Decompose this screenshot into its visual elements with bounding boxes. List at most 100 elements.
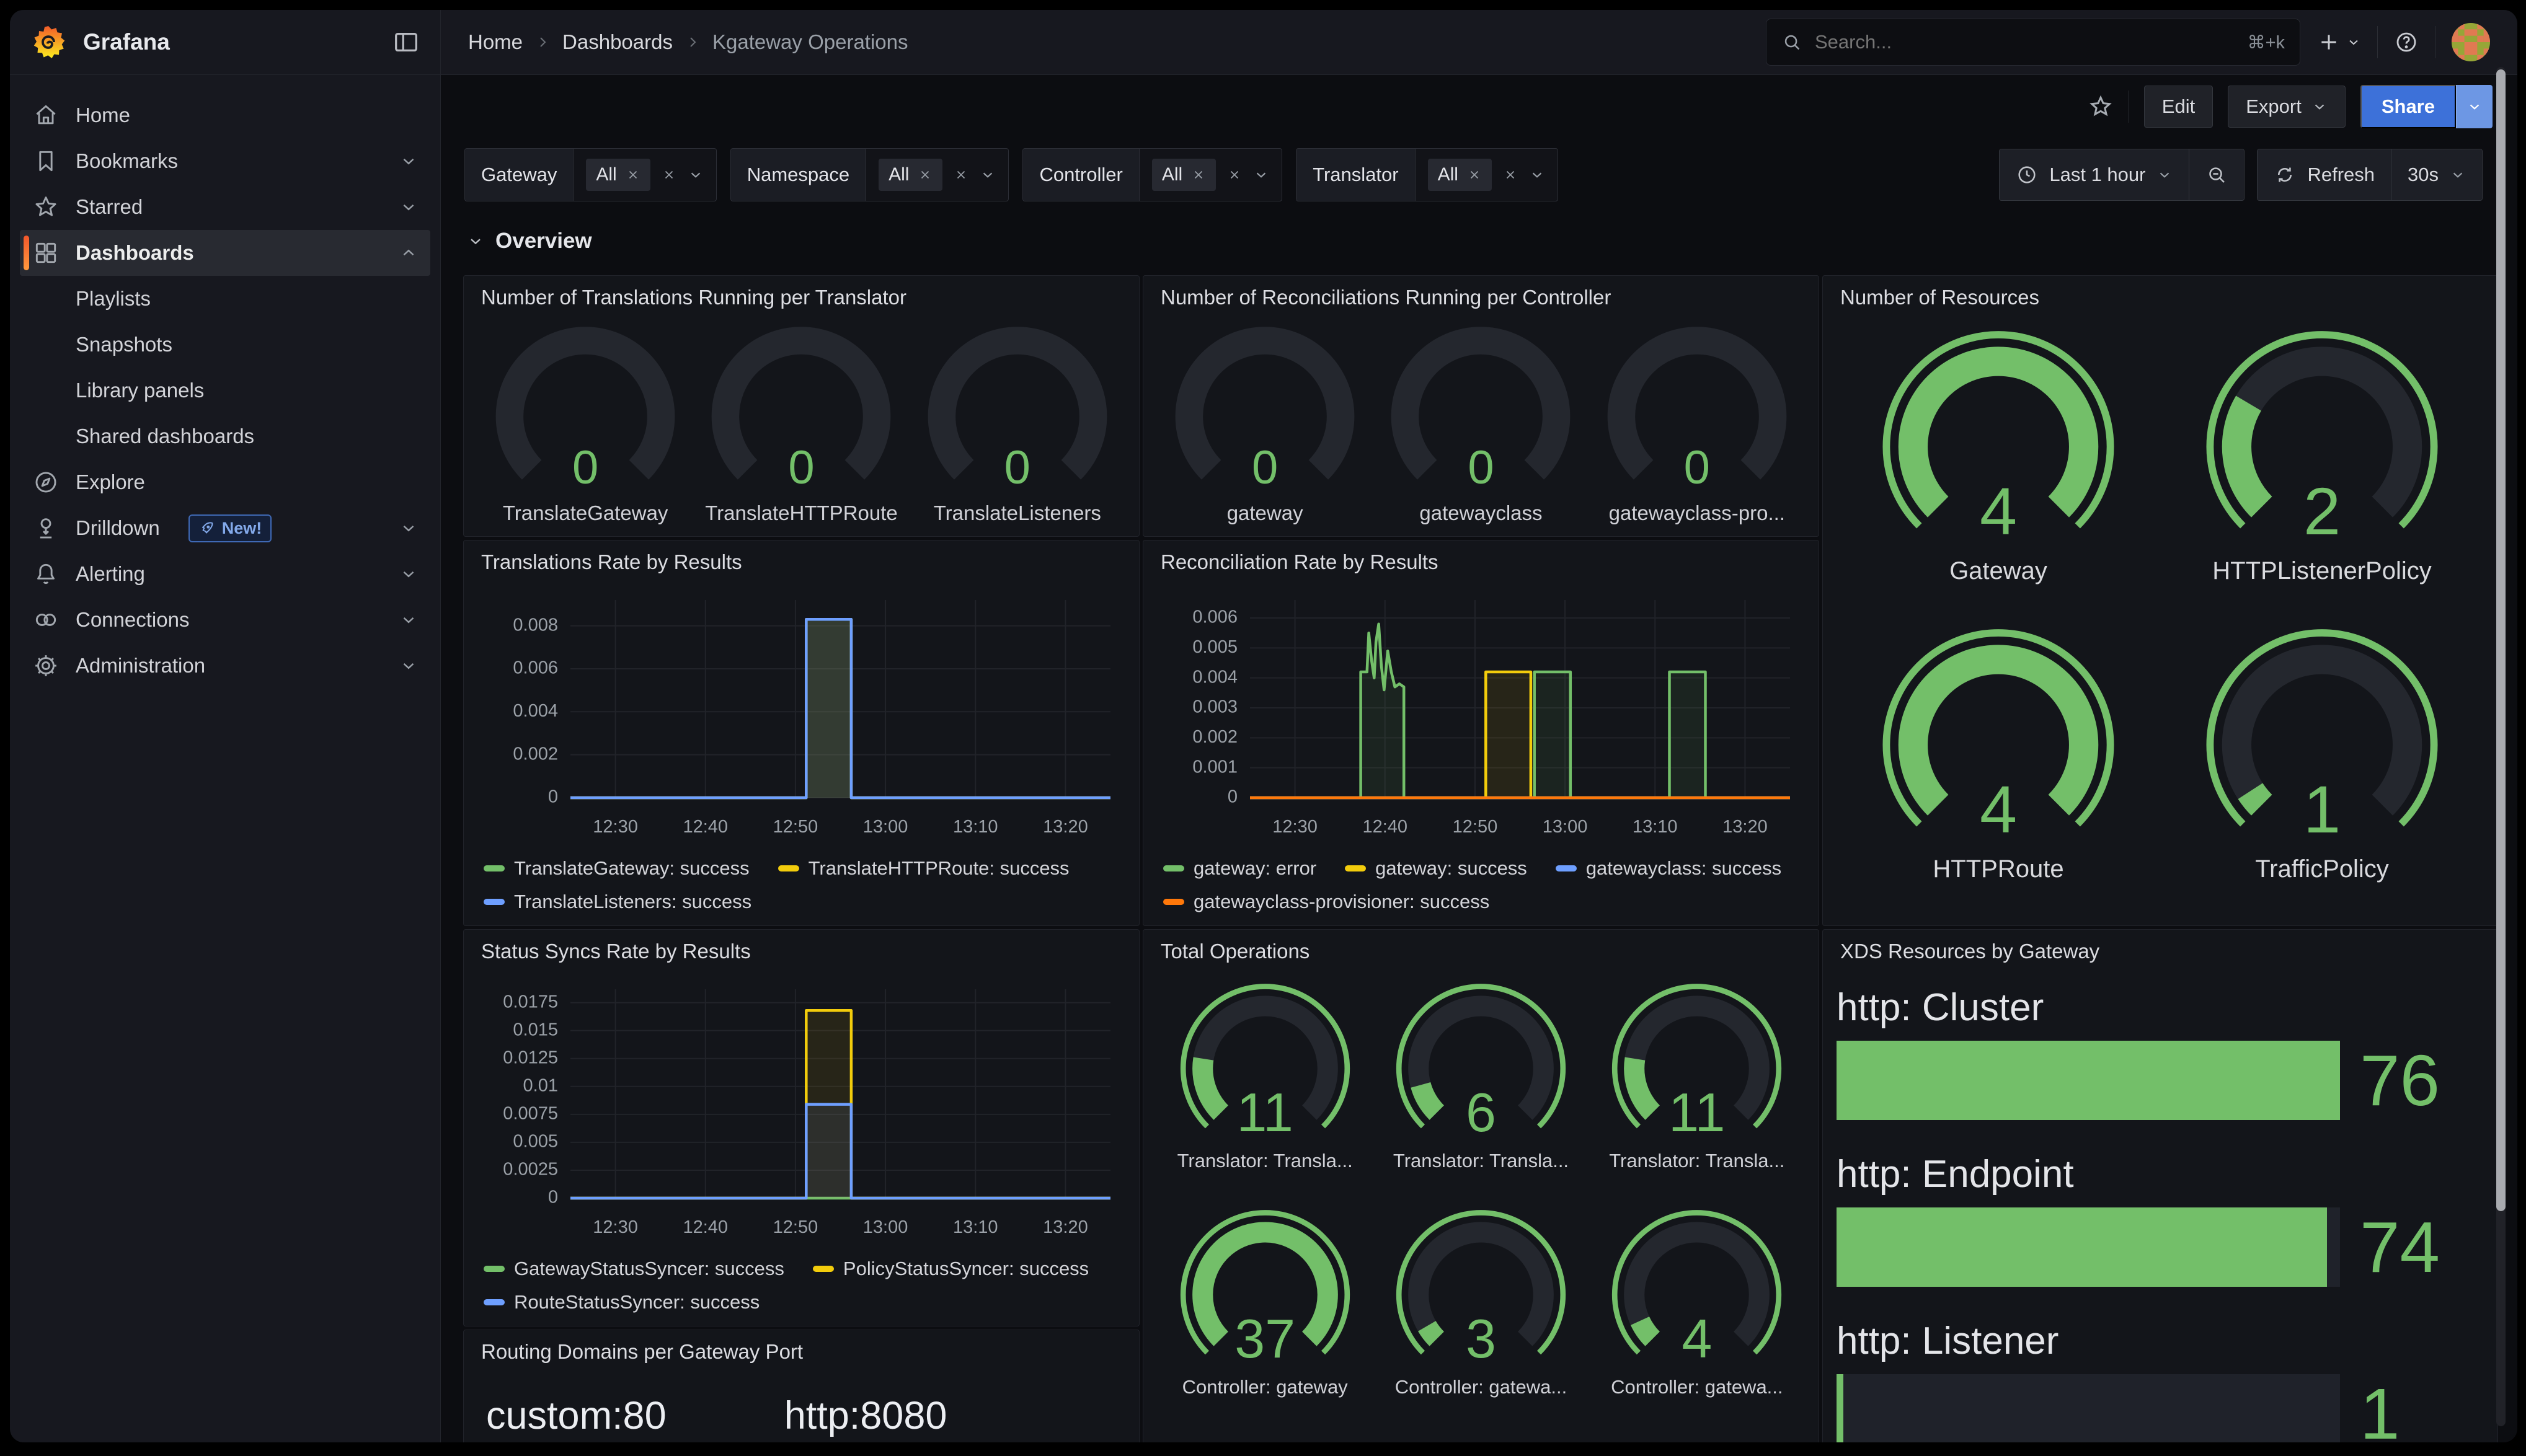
- panel-xds-resources: XDS Resources by Gateway http: Cluster76…: [1822, 929, 2498, 1442]
- refresh-button[interactable]: Refresh: [2258, 149, 2391, 200]
- sidebar-item-snapshots[interactable]: Snapshots: [20, 322, 430, 368]
- remove-value-icon: [1467, 167, 1482, 182]
- sidebar-menu: HomeBookmarksStarredDashboardsPlaylistsS…: [10, 75, 440, 1442]
- filter-chips: GatewayAllNamespaceAllControllerAllTrans…: [464, 148, 1558, 201]
- svg-text:13:00: 13:00: [1543, 817, 1588, 837]
- filter-chip-namespace[interactable]: Namespace All: [730, 148, 1009, 201]
- sidebar-item-playlists[interactable]: Playlists: [20, 276, 430, 322]
- legend-label: TranslateHTTPRoute: success: [809, 857, 1070, 880]
- bar-fill: [1837, 1374, 1843, 1442]
- star-icon[interactable]: [2088, 94, 2114, 120]
- legend-item[interactable]: TranslateGateway: success: [484, 857, 750, 880]
- sidebar-item-label: Drilldown: [76, 516, 160, 540]
- chevron-right-icon: [535, 35, 550, 50]
- legend-item[interactable]: PolicyStatusSyncer: success: [813, 1258, 1089, 1280]
- scrollbar-thumb[interactable]: [2496, 69, 2506, 1211]
- rocket-icon: [198, 519, 216, 537]
- bar-value: 74: [2360, 1211, 2484, 1283]
- svg-text:0: 0: [548, 787, 558, 807]
- reconciliation-rate-chart[interactable]: 00.0010.0020.0030.0040.0050.00612:3012:4…: [1157, 584, 1805, 850]
- gauge-value: 0: [1378, 444, 1583, 492]
- legend-item[interactable]: gateway: success: [1345, 857, 1527, 880]
- legend-swatch: [1345, 865, 1366, 871]
- section-overview[interactable]: Overview: [467, 229, 592, 254]
- gauge-arc: 4: [1599, 1207, 1794, 1375]
- breadcrumb-dashboards[interactable]: Dashboards: [562, 30, 673, 54]
- svg-text:12:40: 12:40: [1362, 817, 1407, 837]
- bar-track: [1837, 1041, 2340, 1120]
- sidebar-item-drilldown[interactable]: DrilldownNew!: [20, 505, 430, 551]
- legend-label: gateway: success: [1375, 857, 1527, 880]
- gauge-translatelisteners: 0TranslateListeners: [915, 324, 1120, 525]
- add-button[interactable]: [2316, 30, 2361, 55]
- legend-item[interactable]: TranslateHTTPRoute: success: [778, 857, 1070, 880]
- sidebar-item-connections[interactable]: Connections: [20, 597, 430, 643]
- breadcrumb-home[interactable]: Home: [468, 30, 523, 54]
- filter-label: Namespace: [731, 149, 866, 201]
- sidebar-item-bookmarks[interactable]: Bookmarks: [20, 138, 430, 184]
- panel-title: Total Operations: [1143, 930, 1819, 973]
- legend-item[interactable]: GatewayStatusSyncer: success: [484, 1258, 784, 1280]
- filter-value-pill[interactable]: All: [1428, 159, 1492, 191]
- gauge-httplistenerpolicy: 2HTTPListenerPolicy: [2189, 327, 2455, 585]
- translations-rate-chart[interactable]: 00.0020.0040.0060.00812:3012:4012:5013:0…: [477, 584, 1125, 850]
- svg-text:13:10: 13:10: [953, 817, 998, 837]
- filter-value-pill[interactable]: All: [879, 159, 942, 191]
- sidebar-item-dashboards[interactable]: Dashboards: [20, 230, 430, 276]
- remove-value-icon: [626, 167, 640, 182]
- chevron-down-icon: [399, 152, 418, 170]
- bar-label: http: Endpoint: [1837, 1152, 2484, 1196]
- sidebar-item-label: Administration: [76, 654, 205, 677]
- filter-value-area: All: [1140, 149, 1282, 201]
- legend-item[interactable]: gatewayclass: success: [1556, 857, 1781, 880]
- gauge-translator-transla-: 6Translator: Transla...: [1383, 981, 1579, 1172]
- export-button[interactable]: Export: [2228, 86, 2346, 128]
- avatar[interactable]: [2452, 23, 2490, 61]
- legend-item[interactable]: TranslateListeners: success: [484, 891, 751, 913]
- sidebar-item-home[interactable]: Home: [20, 92, 430, 138]
- sidebar-item-starred[interactable]: Starred: [20, 184, 430, 230]
- gauge-arc: 0: [1163, 324, 1367, 500]
- connections-icon: [32, 606, 60, 633]
- status-syncs-rate-chart[interactable]: 00.00250.0050.00750.010.01250.0150.01751…: [477, 973, 1125, 1250]
- filter-label: Translator: [1296, 149, 1415, 201]
- sidebar-item-explore[interactable]: Explore: [20, 459, 430, 505]
- legend-swatch: [1556, 865, 1577, 871]
- svg-text:0.01: 0.01: [523, 1075, 558, 1095]
- refresh-icon: [2274, 164, 2296, 186]
- filter-value: All: [1162, 164, 1182, 185]
- sidebar-item-alerting[interactable]: Alerting: [20, 551, 430, 597]
- refresh-interval-picker[interactable]: 30s: [2391, 149, 2482, 200]
- sidebar-item-shared-dashboards[interactable]: Shared dashboards: [20, 413, 430, 459]
- bar-line: 1: [1837, 1374, 2484, 1442]
- legend-item[interactable]: RouteStatusSyncer: success: [484, 1291, 760, 1313]
- panel-routing-domains: Routing Domains per Gateway Port custom:…: [463, 1330, 1140, 1442]
- share-button[interactable]: Share: [2360, 85, 2456, 128]
- svg-text:0.005: 0.005: [1192, 637, 1238, 657]
- sidebar-item-administration[interactable]: Administration: [20, 643, 430, 689]
- search-input[interactable]: [1814, 30, 2236, 54]
- chevron-down-icon: [2466, 99, 2483, 115]
- panel-title: Translations Rate by Results: [464, 540, 1139, 584]
- edit-button[interactable]: Edit: [2144, 86, 2213, 128]
- filter-chip-controller[interactable]: Controller All: [1022, 148, 1282, 201]
- sidebar-item-library-panels[interactable]: Library panels: [20, 368, 430, 413]
- filter-value-pill[interactable]: All: [1152, 159, 1216, 191]
- legend-item[interactable]: gatewayclass-provisioner: success: [1163, 891, 1489, 913]
- help-button[interactable]: [2394, 30, 2419, 55]
- gauge-arc: 0: [915, 324, 1120, 500]
- share-menu-button[interactable]: [2456, 85, 2493, 128]
- filter-chip-translator[interactable]: Translator All: [1296, 148, 1558, 201]
- filter-value-pill[interactable]: All: [586, 159, 650, 191]
- filter-chip-gateway[interactable]: GatewayAll: [464, 148, 717, 201]
- svg-text:13:20: 13:20: [1722, 817, 1768, 837]
- gauge-row: 0TranslateGateway0TranslateHTTPRoute0Tra…: [477, 319, 1125, 526]
- time-range-picker[interactable]: Last 1 hour: [2000, 149, 2189, 200]
- gauge-label: TrafficPolicy: [2255, 855, 2389, 883]
- search-box[interactable]: ⌘+k: [1766, 19, 2300, 66]
- zoom-out-button[interactable]: [2189, 149, 2244, 200]
- legend-item[interactable]: gateway: error: [1163, 857, 1316, 880]
- sidebar-collapse-icon[interactable]: [392, 28, 420, 56]
- panel-title: Number of Translations Running per Trans…: [464, 276, 1139, 319]
- filter-label: Controller: [1023, 149, 1139, 201]
